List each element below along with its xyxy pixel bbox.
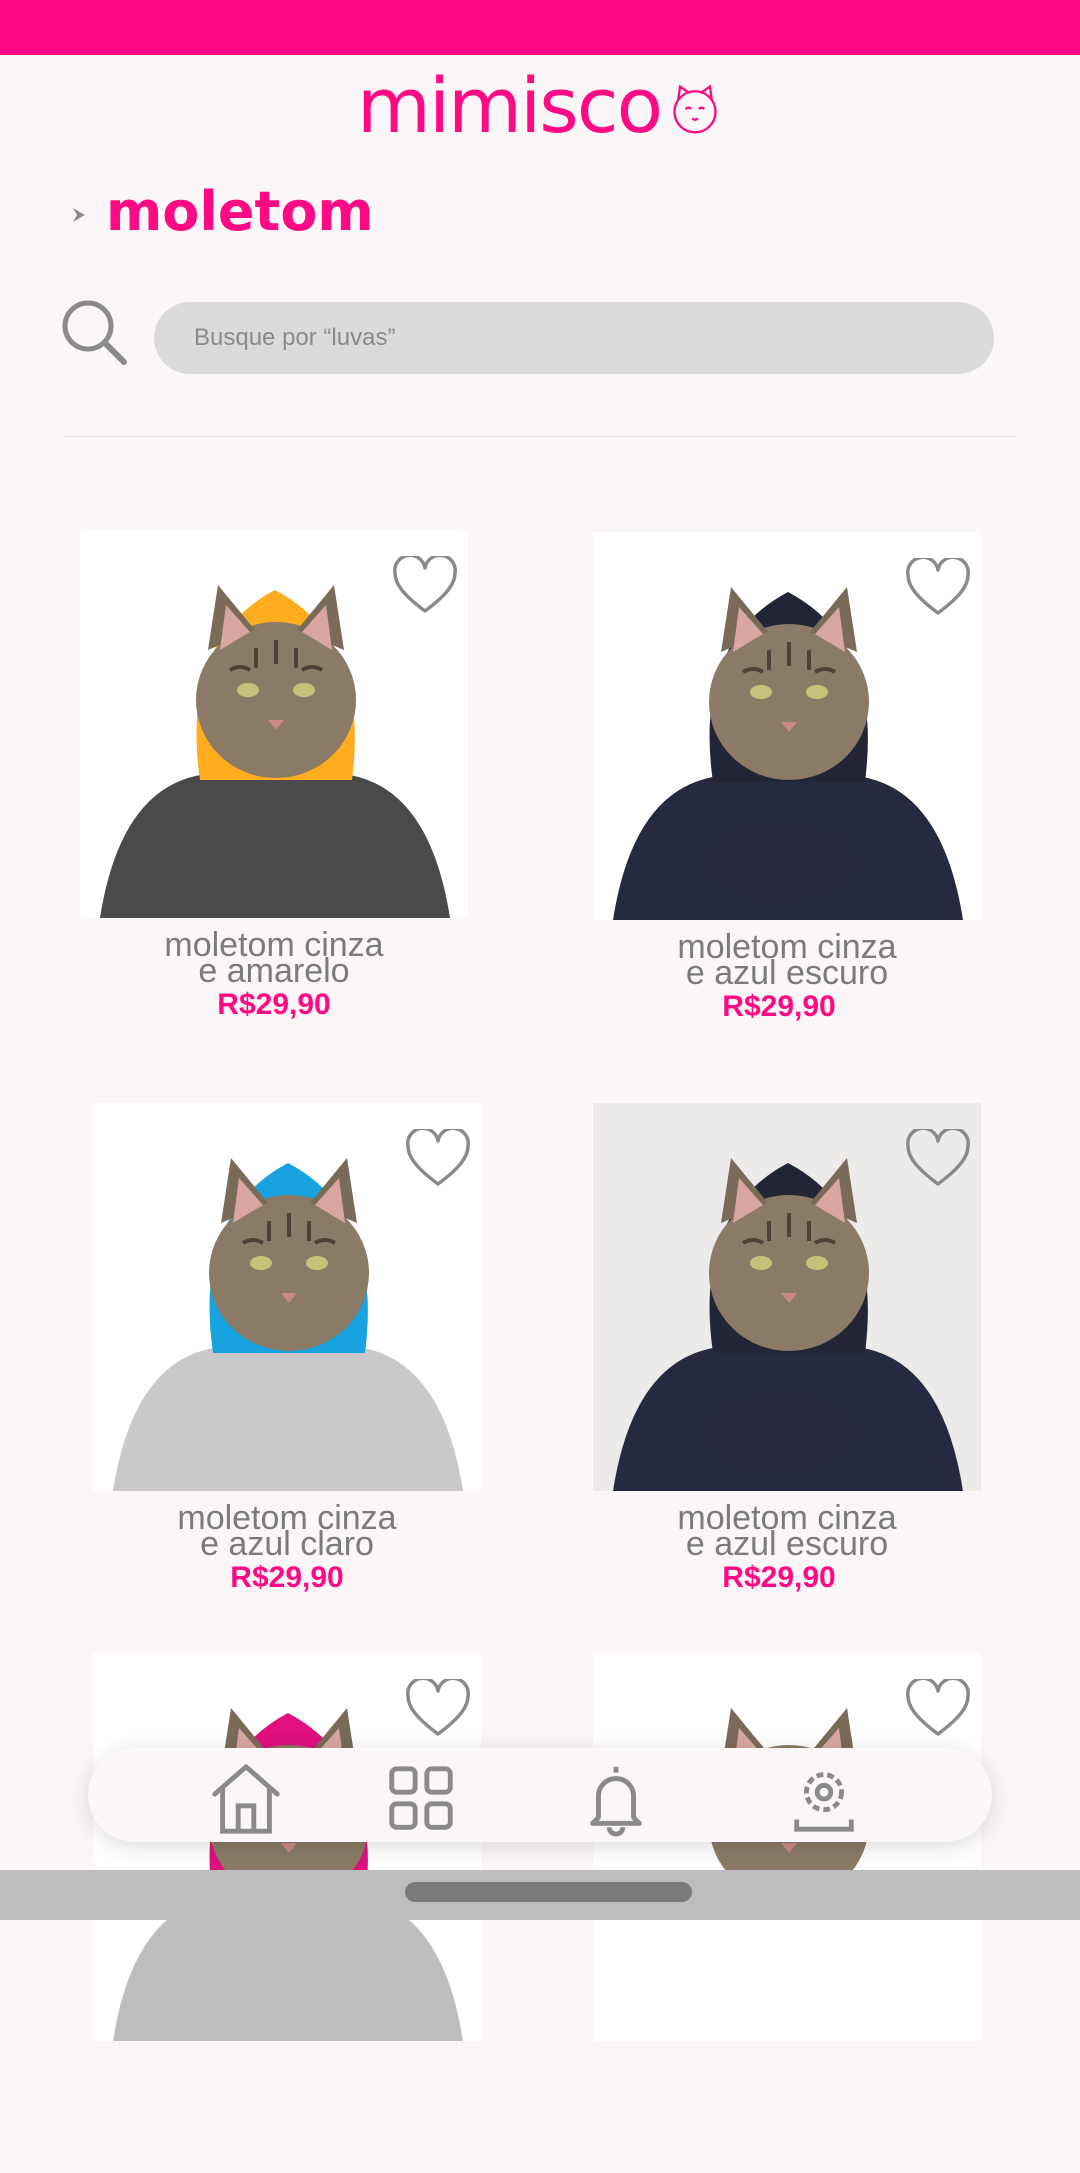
product-price: R$29,90 [230,1561,344,1594]
heart-icon[interactable] [392,556,458,616]
heart-icon[interactable] [905,558,971,618]
cat-face-icon [673,84,717,134]
product-name: moletom cinza e amarelo [164,926,384,990]
nav-home-button[interactable] [206,1758,286,1838]
breadcrumb: moletom [70,172,374,252]
heart-icon[interactable] [905,1679,971,1739]
search-input[interactable] [154,302,994,374]
grid-icon [389,1766,453,1830]
page-title: moletom [106,180,374,243]
nav-categories-button[interactable] [381,1758,461,1838]
home-icon [212,1764,280,1834]
heart-icon[interactable] [405,1129,471,1189]
product-card[interactable]: moletom cinza e azul escuro R$29,90 [593,1103,981,1623]
logo-text: mimisco [356,61,663,150]
product-price: R$29,90 [217,988,331,1021]
bottom-navigation [88,1748,992,1842]
product-card[interactable]: moletom cinza e amarelo R$29,90 [80,530,468,1050]
chevron-right-icon[interactable] [70,204,88,226]
product-name: moletom cinza e azul claro [177,1499,397,1563]
status-bar [0,0,1080,55]
divider [64,436,1016,437]
bell-icon [590,1766,642,1837]
product-card[interactable]: moletom cinza e azul claro R$29,90 [93,1103,481,1623]
heart-icon[interactable] [405,1679,471,1739]
home-indicator[interactable] [405,1882,692,1902]
product-card[interactable]: moletom cinza e azul escuro R$29,90 [593,532,981,1052]
heart-icon[interactable] [905,1129,971,1189]
nav-notifications-button[interactable] [576,1758,656,1838]
settings-icon [794,1772,854,1832]
app-logo[interactable]: mimisco [0,66,1080,146]
nav-settings-button[interactable] [784,1758,864,1838]
search-icon[interactable] [60,298,130,368]
product-name: moletom cinza e azul escuro [677,928,897,992]
product-name: moletom cinza e azul escuro [677,1499,897,1563]
product-price: R$29,90 [722,1561,836,1594]
product-price: R$29,90 [722,990,836,1023]
